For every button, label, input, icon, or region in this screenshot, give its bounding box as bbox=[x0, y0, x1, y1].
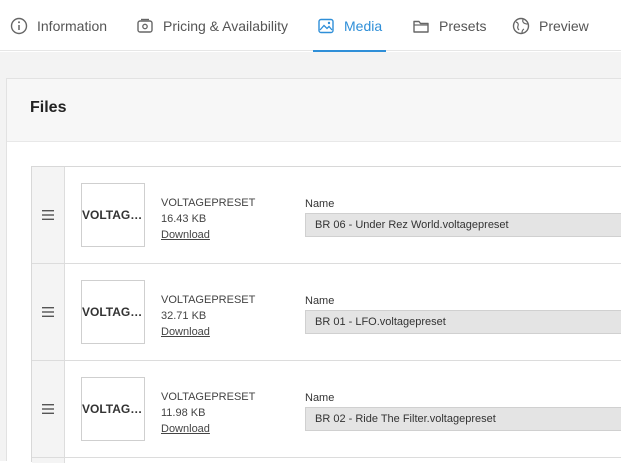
drag-handle-icon bbox=[42, 307, 54, 317]
thumbnail-text: VOLTAGEPRESET bbox=[82, 402, 144, 416]
name-label: Name bbox=[305, 295, 335, 307]
tab-label: Preview bbox=[539, 17, 589, 34]
globe-icon bbox=[512, 17, 530, 35]
file-thumbnail: VOLTAGEPRESET bbox=[81, 183, 145, 247]
file-name-input[interactable] bbox=[305, 407, 621, 431]
panel-header: Files bbox=[7, 79, 621, 142]
file-size: 16.43 KB bbox=[161, 213, 207, 225]
tab-pricing-availability[interactable]: Pricing & Availability bbox=[136, 0, 288, 51]
file-type: VOLTAGEPRESET bbox=[161, 197, 256, 209]
drag-handle[interactable] bbox=[32, 361, 65, 457]
download-link[interactable]: Download bbox=[161, 421, 255, 437]
page-area: Files VOLTAGEPRESET VOLTAGEPRESET 16.43 … bbox=[0, 52, 621, 463]
file-thumbnail: VOLTAGEPRESET bbox=[81, 280, 145, 344]
tab-label: Media bbox=[344, 17, 383, 34]
file-type: VOLTAGEPRESET bbox=[161, 294, 256, 306]
file-row: VOLTAGEPRESET VOLTAGEPRESET 32.71 KB Dow… bbox=[32, 264, 621, 361]
file-size: 11.98 KB bbox=[161, 407, 206, 419]
tab-label: Presets bbox=[439, 17, 487, 34]
info-circle-icon bbox=[10, 17, 28, 35]
panel-title: Files bbox=[30, 99, 67, 116]
folder-icon bbox=[412, 17, 430, 35]
tab-bar: Information Pricing & Availability Media… bbox=[0, 0, 621, 52]
drag-handle-icon bbox=[42, 210, 54, 220]
thumbnail-text: VOLTAGEPRESET bbox=[82, 305, 144, 319]
files-panel: Files VOLTAGEPRESET VOLTAGEPRESET 16.43 … bbox=[6, 78, 621, 463]
price-tag-icon bbox=[136, 17, 154, 35]
tab-label: Information bbox=[37, 17, 108, 34]
tab-media[interactable]: Media bbox=[312, 0, 387, 52]
thumbnail-text: VOLTAGEPRESET bbox=[82, 208, 144, 222]
tab-presets[interactable]: Presets bbox=[412, 0, 486, 51]
file-size: 32.71 KB bbox=[161, 310, 207, 322]
tab-label: Pricing & Availability bbox=[163, 17, 289, 34]
file-name-input[interactable] bbox=[305, 213, 621, 237]
tab-information[interactable]: Information bbox=[10, 0, 107, 51]
tab-preview[interactable]: Preview bbox=[512, 0, 589, 51]
file-thumbnail: VOLTAGEPRESET bbox=[81, 377, 145, 441]
file-list: VOLTAGEPRESET VOLTAGEPRESET 16.43 KB Dow… bbox=[31, 166, 621, 463]
drag-handle-icon bbox=[42, 404, 54, 414]
file-meta: VOLTAGEPRESET 16.43 KB Download bbox=[161, 195, 255, 243]
file-meta: VOLTAGEPRESET 11.98 KB Download bbox=[161, 389, 255, 437]
file-name-input[interactable] bbox=[305, 310, 621, 334]
name-label: Name bbox=[305, 198, 335, 210]
file-row: VOLTAGEPRESET VOLTAGEPRESET 16.43 KB Dow… bbox=[32, 167, 621, 264]
image-icon bbox=[317, 17, 335, 35]
download-link[interactable]: Download bbox=[161, 324, 255, 340]
download-link[interactable]: Download bbox=[161, 227, 255, 243]
drag-handle[interactable] bbox=[32, 167, 65, 263]
file-meta: VOLTAGEPRESET 32.71 KB Download bbox=[161, 292, 255, 340]
drag-handle[interactable] bbox=[32, 264, 65, 360]
file-type: VOLTAGEPRESET bbox=[161, 391, 256, 403]
file-row: VOLTAGEPRESET VOLTAGEPRESET 11.98 KB Dow… bbox=[32, 361, 621, 458]
name-label: Name bbox=[305, 392, 335, 404]
